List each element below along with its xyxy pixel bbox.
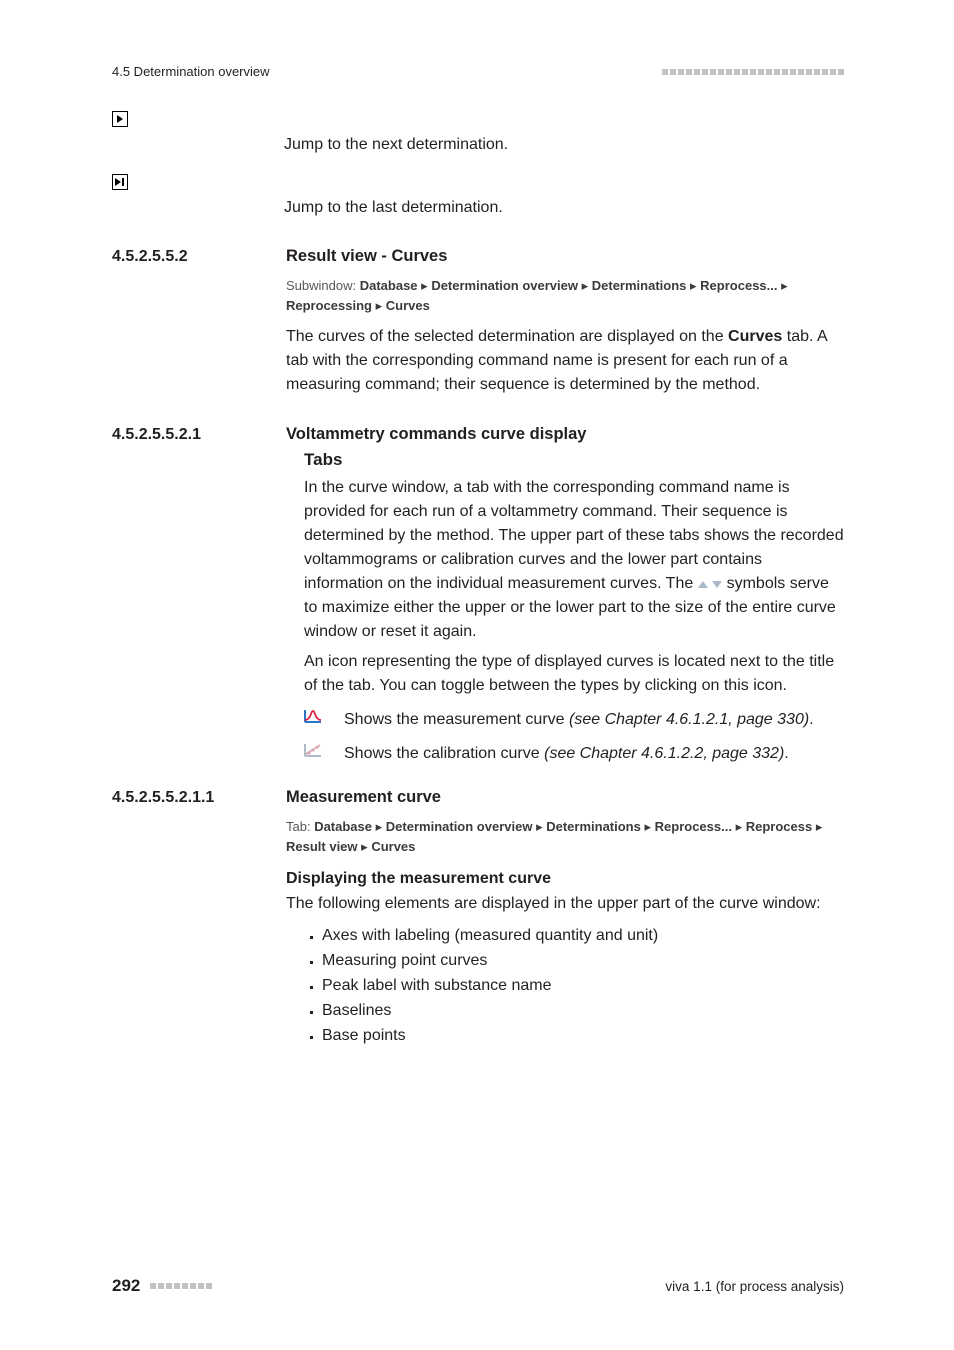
paragraph: In the curve window, a tab with the corr… bbox=[304, 476, 844, 644]
text: . bbox=[809, 711, 813, 728]
next-determination-icon[interactable] bbox=[112, 111, 128, 127]
measurement-curve-icon[interactable] bbox=[304, 708, 322, 729]
last-determination-icon[interactable] bbox=[112, 174, 128, 190]
breadcrumb-item: Determinations bbox=[546, 819, 641, 834]
text: The curves of the selected determination… bbox=[286, 328, 728, 345]
curve-description: Shows the calibration curve (see Chapter… bbox=[344, 742, 844, 766]
text: . bbox=[784, 745, 788, 762]
page-number: 292 bbox=[112, 1276, 140, 1296]
breadcrumb-item: Database bbox=[314, 819, 372, 834]
list-item: Axes with labeling (measured quantity an… bbox=[322, 924, 844, 949]
paragraph: An icon representing the type of display… bbox=[304, 650, 844, 698]
section-number: 4.5.2.5.5.2.1 bbox=[112, 426, 286, 444]
breadcrumb-item: Determination overview bbox=[431, 278, 578, 293]
breadcrumb-prefix: Tab: bbox=[286, 819, 314, 834]
breadcrumb-item: Determinations bbox=[592, 278, 687, 293]
header-section-label: 4.5 Determination overview bbox=[112, 64, 270, 79]
section-title: Measurement curve bbox=[286, 788, 441, 807]
breadcrumb-item: Reprocess bbox=[746, 819, 812, 834]
curve-description: Shows the measurement curve (see Chapter… bbox=[344, 708, 844, 732]
footer-product: viva 1.1 (for process analysis) bbox=[665, 1279, 844, 1294]
breadcrumb-item: Result view bbox=[286, 839, 358, 854]
calibration-curve-icon[interactable] bbox=[304, 742, 322, 763]
running-header: 4.5 Determination overview bbox=[112, 64, 844, 79]
list-item: Base points bbox=[322, 1024, 844, 1049]
breadcrumb-item: Curves bbox=[371, 839, 415, 854]
paragraph: The curves of the selected determination… bbox=[286, 325, 844, 397]
breadcrumb-item: Reprocess... bbox=[700, 278, 777, 293]
text: Shows the calibration curve bbox=[344, 745, 544, 762]
subheading: Displaying the measurement curve bbox=[286, 870, 844, 888]
breadcrumb-item: Reprocess... bbox=[655, 819, 732, 834]
breadcrumb: Tab: Database ▸ Determination overview ▸… bbox=[286, 817, 844, 856]
section-title: Voltammetry commands curve display bbox=[286, 425, 586, 444]
footer-decor-icon bbox=[150, 1283, 212, 1289]
subheading: Tabs bbox=[304, 450, 844, 470]
next-determination-desc: Jump to the next determination. bbox=[284, 111, 844, 156]
text-bold: Curves bbox=[728, 328, 782, 345]
list-item: Peak label with substance name bbox=[322, 974, 844, 999]
last-determination-desc: Jump to the last determination. bbox=[284, 174, 844, 219]
breadcrumb-item: Curves bbox=[386, 298, 430, 313]
breadcrumb: Subwindow: Database ▸ Determination over… bbox=[286, 276, 844, 315]
list-item: Measuring point curves bbox=[322, 949, 844, 974]
breadcrumb-item: Determination overview bbox=[386, 819, 533, 834]
breadcrumb-prefix: Subwindow: bbox=[286, 278, 360, 293]
page-footer: 292 viva 1.1 (for process analysis) bbox=[112, 1276, 844, 1296]
reference: (see Chapter 4.6.1.2.1, page 330) bbox=[569, 711, 809, 728]
paragraph: The following elements are displayed in … bbox=[286, 892, 844, 916]
text: Shows the measurement curve bbox=[344, 711, 569, 728]
section-number: 4.5.2.5.5.2 bbox=[112, 248, 286, 266]
reference: (see Chapter 4.6.1.2.2, page 332) bbox=[544, 745, 784, 762]
section-number: 4.5.2.5.5.2.1.1 bbox=[112, 789, 286, 807]
list-item: Baselines bbox=[322, 999, 844, 1024]
header-decor-icon bbox=[662, 69, 844, 75]
breadcrumb-item: Reprocessing bbox=[286, 298, 372, 313]
breadcrumb-item: Database bbox=[360, 278, 418, 293]
section-title: Result view - Curves bbox=[286, 247, 447, 266]
triangle-down-icon bbox=[712, 581, 722, 588]
triangle-up-icon bbox=[698, 581, 708, 588]
bullet-list: Axes with labeling (measured quantity an… bbox=[286, 924, 844, 1048]
